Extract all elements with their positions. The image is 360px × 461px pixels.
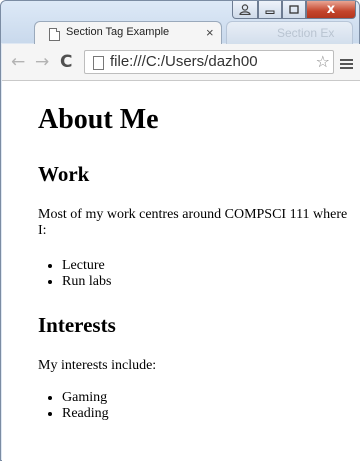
- title-bar: Section Ex Section Tag Example × x: [1, 1, 359, 45]
- list-item: Gaming: [62, 390, 109, 406]
- user-icon[interactable]: [232, 1, 258, 19]
- interests-list: Gaming Reading: [38, 390, 109, 422]
- active-tab[interactable]: Section Tag Example ×: [34, 21, 222, 45]
- list-item: Run labs: [62, 274, 111, 290]
- page-icon: [93, 56, 104, 70]
- page-content: About Me Work Most of my work centres ar…: [2, 81, 360, 461]
- tab-title: Section Tag Example: [66, 26, 170, 38]
- page-title: About Me: [38, 104, 159, 135]
- browser-toolbar: ← → C file:///C:/Users/dazh00 ☆: [2, 44, 360, 81]
- address-bar[interactable]: file:///C:/Users/dazh00 ☆: [84, 50, 334, 74]
- tab-close-button[interactable]: ×: [206, 25, 214, 40]
- work-heading: Work: [38, 162, 90, 186]
- interests-heading: Interests: [38, 313, 116, 337]
- window-close-button[interactable]: x: [306, 1, 356, 19]
- browser-window: Section Ex Section Tag Example × x ← → C…: [0, 0, 360, 461]
- reload-button[interactable]: C: [60, 52, 72, 72]
- background-tab-label: Section Ex: [277, 26, 335, 40]
- interests-text: My interests include:: [38, 358, 157, 373]
- back-button[interactable]: ←: [11, 52, 25, 72]
- star-icon[interactable]: ☆: [316, 52, 330, 71]
- work-list: Lecture Run labs: [38, 258, 111, 290]
- list-item: Reading: [62, 406, 109, 422]
- url-text: file:///C:/Users/dazh00: [110, 53, 258, 70]
- background-tab[interactable]: Section Ex: [226, 21, 353, 45]
- menu-icon[interactable]: [340, 59, 353, 69]
- work-text: Most of my work centres around COMPSCI 1…: [38, 207, 348, 238]
- forward-button[interactable]: →: [35, 52, 49, 72]
- list-item: Lecture: [62, 258, 111, 274]
- maximize-button[interactable]: [282, 1, 306, 19]
- page-icon: [49, 28, 60, 41]
- minimize-button[interactable]: [258, 1, 282, 19]
